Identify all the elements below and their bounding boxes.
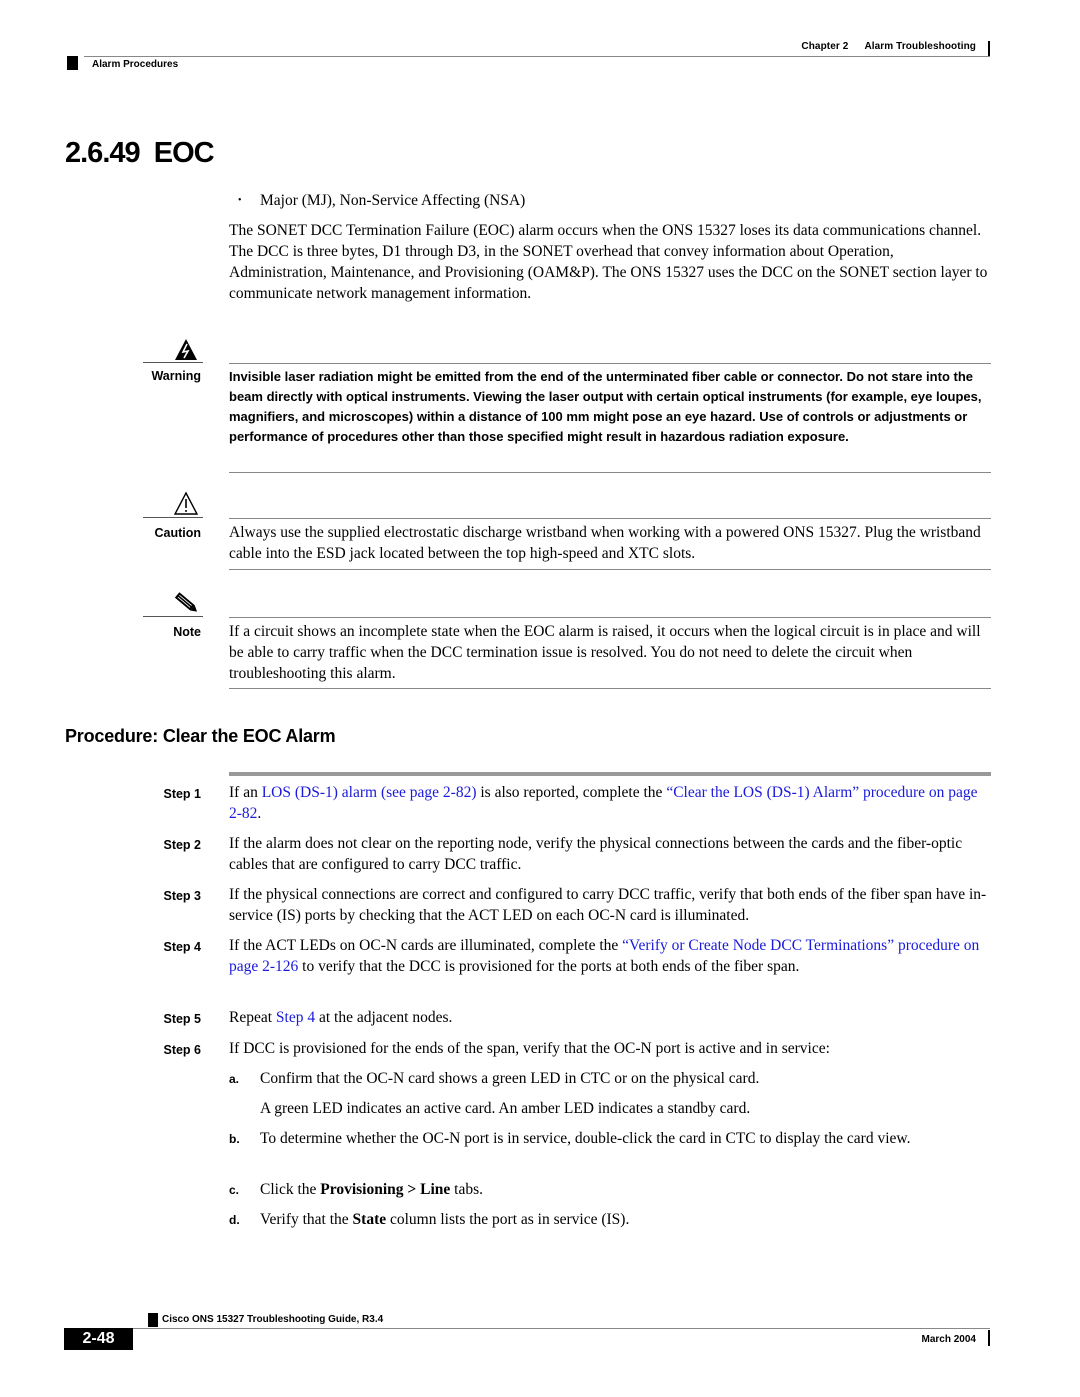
- substep-label: d.: [229, 1213, 240, 1227]
- substep-c-text: Click the Provisioning > Line tabs.: [260, 1179, 991, 1200]
- step-label: Step 2: [163, 838, 201, 852]
- step-text-segment: If an: [229, 784, 262, 801]
- chapter-title: Alarm Troubleshooting: [864, 41, 976, 52]
- substep-label: c.: [229, 1183, 240, 1197]
- step-label: Step 5: [163, 1012, 201, 1026]
- severity-text: Major (MJ), Non-Service Affecting (NSA): [260, 192, 526, 209]
- step-label: Step 3: [163, 889, 201, 903]
- substep-a-extra: A green LED indicates an active card. An…: [260, 1100, 751, 1117]
- bullet-icon: •: [238, 195, 242, 206]
- footer-marker-block: [148, 1313, 158, 1327]
- warning-icon-rule: [143, 362, 203, 363]
- note-top-rule: [229, 617, 991, 618]
- header-marker-block: [67, 56, 78, 70]
- substep-b-text: To determine whether the OC-N port is in…: [260, 1130, 911, 1147]
- page-number: 2-48: [64, 1328, 133, 1350]
- step-4-link[interactable]: Step 4: [276, 1009, 315, 1026]
- header-bar: [988, 41, 990, 57]
- caution-icon-rule: [143, 517, 203, 518]
- substep-a-text: Confirm that the OC-N card shows a green…: [260, 1070, 760, 1087]
- substep-text-segment: Verify that the: [260, 1211, 353, 1228]
- step-text-segment: at the adjacent nodes.: [315, 1009, 453, 1026]
- description-paragraph: The SONET DCC Termination Failure (EOC) …: [229, 222, 988, 302]
- step-6-text: If DCC is provisioned for the ends of th…: [229, 1040, 830, 1057]
- page-title: 2.6.49 EOC: [65, 137, 215, 169]
- footer-bar: [988, 1330, 990, 1346]
- note-label: Note: [173, 625, 201, 639]
- caution-triangle-icon: [166, 490, 206, 518]
- step-5-text: Repeat Step 4 at the adjacent nodes.: [229, 1007, 991, 1028]
- caution-text: Always use the supplied electrostatic di…: [229, 524, 981, 562]
- substep-d-text: Verify that the State column lists the p…: [260, 1209, 991, 1230]
- substep-text-segment: column lists the port as in service (IS)…: [386, 1211, 630, 1228]
- procedure-title: Procedure: Clear the EOC Alarm: [65, 726, 336, 746]
- step-text-segment: is also reported, complete the: [476, 784, 667, 801]
- header-rule: [84, 56, 990, 57]
- footer-date: March 2004: [921, 1334, 976, 1345]
- pencil-icon: [166, 589, 206, 617]
- note-icon-rule: [143, 616, 203, 617]
- step-3-text: If the physical connections are correct …: [229, 886, 987, 924]
- ui-path-provisioning-line: Provisioning > Line: [320, 1181, 451, 1198]
- warning-lightning-triangle-icon: [166, 336, 206, 364]
- step-text-segment: .: [257, 805, 262, 822]
- warning-label: Warning: [151, 369, 201, 383]
- step-label: Step 4: [163, 940, 201, 954]
- footer-guide-title: Cisco ONS 15327 Troubleshooting Guide, R…: [162, 1314, 384, 1325]
- substep-text-segment: Click the: [260, 1181, 321, 1198]
- step-text-segment: If the ACT LEDs on OC-N cards are illumi…: [229, 937, 623, 954]
- substep-text-segment: tabs.: [450, 1181, 483, 1198]
- warning-top-rule: [229, 363, 991, 364]
- substep-label: a.: [229, 1072, 240, 1086]
- step-2-text: If the alarm does not clear on the repor…: [229, 835, 963, 873]
- caution-label: Caution: [154, 526, 201, 540]
- step-1-text: If an LOS (DS-1) alarm (see page 2-82) i…: [229, 782, 991, 824]
- severity-bullet: • Major (MJ), Non-Service Affecting (NSA): [238, 192, 525, 210]
- step-text-segment: Repeat: [229, 1009, 276, 1026]
- step-label: Step 6: [163, 1043, 201, 1057]
- footer-rule: [133, 1328, 990, 1329]
- step-label: Step 1: [163, 787, 201, 801]
- note-text: If a circuit shows an incomplete state w…: [229, 623, 981, 682]
- procedure-rule: [229, 772, 991, 776]
- chapter-number: Chapter 2: [801, 41, 849, 52]
- step-text-segment: to verify that the DCC is provisioned fo…: [298, 958, 800, 975]
- header-section: Alarm Procedures: [92, 59, 179, 70]
- substep-label: b.: [229, 1132, 240, 1146]
- step-4-text: If the ACT LEDs on OC-N cards are illumi…: [229, 935, 991, 977]
- header-chapter: Chapter 2 Alarm Troubleshooting: [801, 41, 976, 52]
- warning-text: Invisible laser radiation might be emitt…: [229, 369, 982, 444]
- los-ds1-alarm-link[interactable]: LOS (DS-1) alarm (see page 2-82): [262, 784, 477, 801]
- state-column-name: State: [352, 1211, 387, 1228]
- note-bottom-rule: [229, 688, 991, 689]
- caution-bottom-rule: [229, 569, 991, 570]
- caution-top-rule: [229, 518, 991, 519]
- warning-bottom-rule: [229, 472, 991, 473]
